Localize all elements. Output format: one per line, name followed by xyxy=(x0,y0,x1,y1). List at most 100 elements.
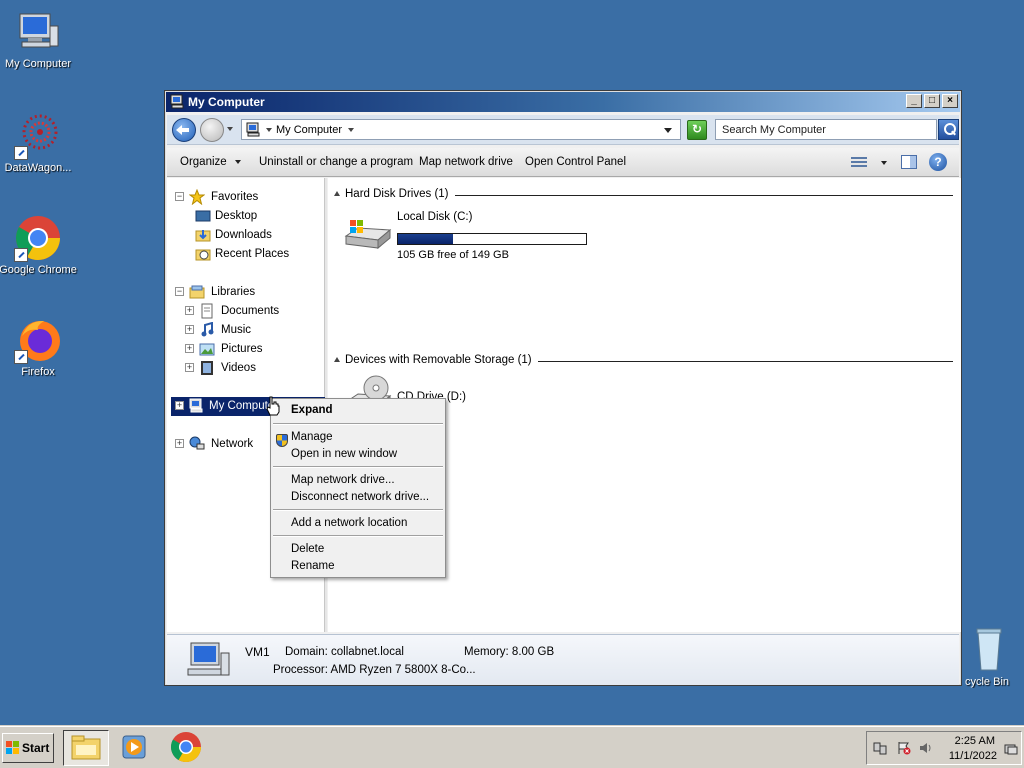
command-bar: Organize Uninstall or change a program M… xyxy=(167,148,959,177)
breadcrumb-my-computer[interactable]: My Computer xyxy=(276,124,342,136)
show-desktop-icon[interactable] xyxy=(1004,742,1018,756)
open-control-panel-button[interactable]: Open Control Panel xyxy=(525,156,626,168)
explorer-folder-icon xyxy=(71,735,101,760)
network-icon xyxy=(189,436,205,452)
nav-item-desktop[interactable]: Desktop xyxy=(195,207,315,226)
nav-label: Videos xyxy=(221,362,256,374)
menu-item-rename[interactable]: Rename xyxy=(291,560,334,572)
volume-icon[interactable] xyxy=(919,741,933,755)
my-computer-icon xyxy=(170,94,186,110)
action-center-icon[interactable] xyxy=(897,741,911,755)
nav-item-videos[interactable]: + Videos xyxy=(185,359,315,378)
desktop-icon-google-chrome[interactable]: Google Chrome xyxy=(0,214,78,276)
my-computer-icon xyxy=(14,8,62,56)
nav-label: Network xyxy=(211,438,254,450)
chevron-down-icon[interactable] xyxy=(348,128,354,132)
clock-date[interactable]: 11/1/2022 xyxy=(949,750,997,762)
taskbar-chrome[interactable] xyxy=(164,730,210,766)
group-header-removable-storage-row[interactable]: Devices with Removable Storage (1) xyxy=(334,354,953,368)
address-history-dropdown-icon[interactable] xyxy=(664,128,672,133)
menu-item-delete[interactable]: Delete xyxy=(291,543,324,555)
menu-item-add-network-location[interactable]: Add a network location xyxy=(291,517,407,529)
chrome-icon xyxy=(14,214,62,262)
start-label: Start xyxy=(22,741,50,755)
nav-item-favorites[interactable]: − Favorites xyxy=(175,188,315,207)
search-input[interactable]: Search My Computer xyxy=(715,119,937,140)
desktop-icon-my-computer[interactable]: My Computer xyxy=(0,8,78,70)
drive-name: Local Disk (C:) xyxy=(397,211,473,223)
disk-usage-bar xyxy=(397,233,587,245)
expand-icon[interactable]: + xyxy=(185,306,194,315)
title-bar[interactable]: My Computer _ □ × xyxy=(166,92,960,112)
menu-item-manage[interactable]: Manage xyxy=(291,431,333,443)
forward-button[interactable] xyxy=(200,118,224,142)
expand-icon[interactable]: + xyxy=(185,363,194,372)
collapse-icon[interactable]: − xyxy=(175,287,184,296)
processor-value: Processor: AMD Ryzen 7 5800X 8-Co... xyxy=(273,664,476,676)
network-status-icon[interactable] xyxy=(873,741,887,755)
datawagon-icon xyxy=(14,112,62,160)
nav-item-documents[interactable]: + Documents xyxy=(185,302,315,321)
menu-item-open-new-window[interactable]: Open in new window xyxy=(291,448,397,460)
change-view-icon[interactable] xyxy=(851,155,867,169)
desktop-icon-firefox[interactable]: Firefox xyxy=(0,316,78,378)
expand-icon[interactable]: + xyxy=(185,325,194,334)
recent-places-icon xyxy=(195,246,211,262)
nav-item-music[interactable]: + Music xyxy=(185,321,315,340)
chevron-down-icon xyxy=(234,159,241,164)
clock-time[interactable]: 2:25 AM xyxy=(955,735,995,747)
nav-item-recent-places[interactable]: Recent Places xyxy=(195,245,315,264)
desktop-icon-datawagon[interactable]: DataWagon... xyxy=(0,112,78,174)
organize-button[interactable]: Organize xyxy=(180,156,241,168)
address-toolbar: My Computer ↻ Search My Computer xyxy=(167,115,959,145)
collapse-icon[interactable]: − xyxy=(175,192,184,201)
group-header-hard-disk-drives[interactable]: Hard Disk Drives (1) xyxy=(334,188,953,202)
search-icon[interactable] xyxy=(938,119,959,140)
media-player-icon xyxy=(122,735,146,759)
menu-item-map-network-drive[interactable]: Map network drive... xyxy=(291,474,395,486)
taskbar: Start 2:25 AM 11/1/2022 xyxy=(0,726,1024,768)
computer-icon xyxy=(185,641,231,681)
collapse-group-icon xyxy=(334,357,340,362)
uninstall-program-button[interactable]: Uninstall or change a program xyxy=(259,156,413,168)
menu-item-expand[interactable]: Expand xyxy=(291,404,333,416)
start-button[interactable]: Start xyxy=(2,733,54,763)
close-button[interactable]: × xyxy=(942,94,958,108)
taskbar-explorer[interactable] xyxy=(63,730,109,766)
breadcrumb-separator-icon[interactable] xyxy=(266,128,272,132)
minimize-button[interactable]: _ xyxy=(906,94,922,108)
nav-item-pictures[interactable]: + Pictures xyxy=(185,340,315,359)
refresh-button[interactable]: ↻ xyxy=(687,120,707,140)
menu-separator xyxy=(273,423,443,425)
collapse-group-icon xyxy=(334,191,340,196)
drive-local-disk-c[interactable]: Local Disk (C:) 105 GB free of 149 GB xyxy=(342,211,602,262)
expand-icon[interactable]: + xyxy=(185,344,194,353)
map-network-drive-button[interactable]: Map network drive xyxy=(419,156,513,168)
taskbar-media-player[interactable] xyxy=(112,730,158,766)
back-button[interactable] xyxy=(172,118,196,142)
group-label: Devices with Removable Storage (1) xyxy=(345,354,538,366)
view-options-dropdown-icon[interactable] xyxy=(881,161,887,165)
address-bar[interactable]: My Computer xyxy=(241,119,681,140)
libraries-icon xyxy=(189,284,205,300)
menu-item-disconnect-network-drive[interactable]: Disconnect network drive... xyxy=(291,491,429,503)
recent-pages-dropdown-icon[interactable] xyxy=(227,127,233,131)
my-computer-icon xyxy=(189,398,205,414)
nav-item-downloads[interactable]: Downloads xyxy=(195,226,315,245)
expand-icon[interactable]: + xyxy=(175,401,184,410)
hand-cursor-icon xyxy=(266,396,280,416)
maximize-button[interactable]: □ xyxy=(924,94,940,108)
expand-icon[interactable]: + xyxy=(175,439,184,448)
star-icon xyxy=(188,188,206,206)
nav-label: Music xyxy=(221,324,252,336)
desktop-icon-label: Google Chrome xyxy=(0,264,77,276)
help-icon[interactable]: ? xyxy=(929,153,947,171)
nav-item-libraries[interactable]: − Libraries xyxy=(175,283,315,302)
nav-label: Recent Places xyxy=(215,248,290,260)
menu-separator xyxy=(273,466,443,468)
documents-icon xyxy=(199,303,215,319)
firefox-icon xyxy=(14,316,62,364)
shortcut-arrow-icon xyxy=(14,146,28,160)
preview-pane-icon[interactable] xyxy=(901,155,917,169)
disk-usage-fill xyxy=(398,234,454,244)
